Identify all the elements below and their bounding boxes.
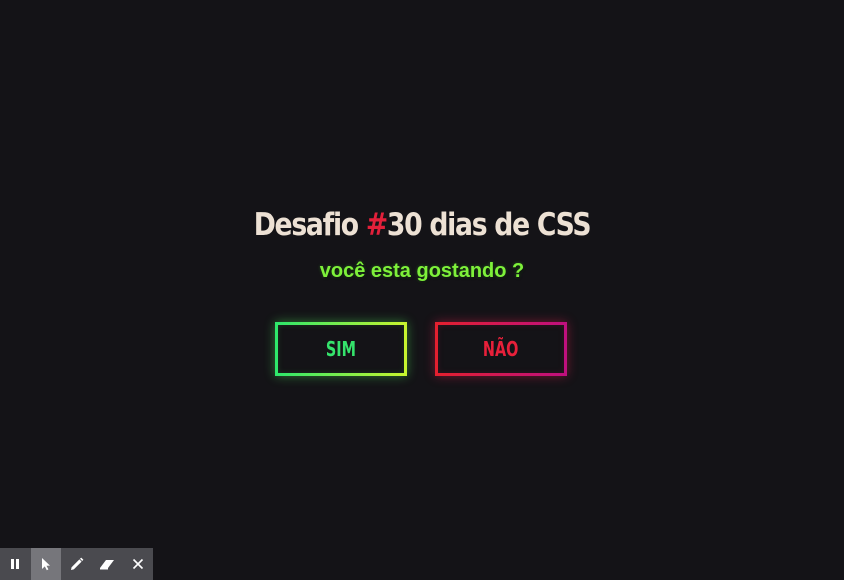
title-prefix: Desafio	[253, 207, 366, 243]
close-button[interactable]	[122, 548, 153, 580]
no-button[interactable]: NÃO	[435, 322, 567, 376]
title-suffix: 30 dias de CSS	[386, 207, 592, 243]
title-hash: #	[365, 207, 388, 243]
eraser-button[interactable]	[92, 548, 123, 580]
pen-icon	[70, 557, 84, 570]
pen-button[interactable]	[61, 548, 92, 580]
eraser-icon	[100, 560, 115, 570]
page: Desafio #30 dias de CSS você esta gostan…	[0, 0, 844, 580]
cursor-icon	[41, 558, 50, 571]
page-subtitle: você esta gostando ?	[319, 260, 525, 282]
annotation-toolbar	[0, 548, 153, 580]
yes-button-label: SIM	[325, 337, 357, 361]
close-icon	[132, 558, 143, 570]
yes-button[interactable]: SIM	[275, 322, 407, 376]
pause-button[interactable]	[0, 548, 31, 580]
pause-icon	[11, 559, 20, 569]
page-title: Desafio #30 dias de CSS	[59, 203, 785, 247]
no-button-label: NÃO	[483, 337, 519, 361]
cursor-button[interactable]	[30, 548, 62, 580]
